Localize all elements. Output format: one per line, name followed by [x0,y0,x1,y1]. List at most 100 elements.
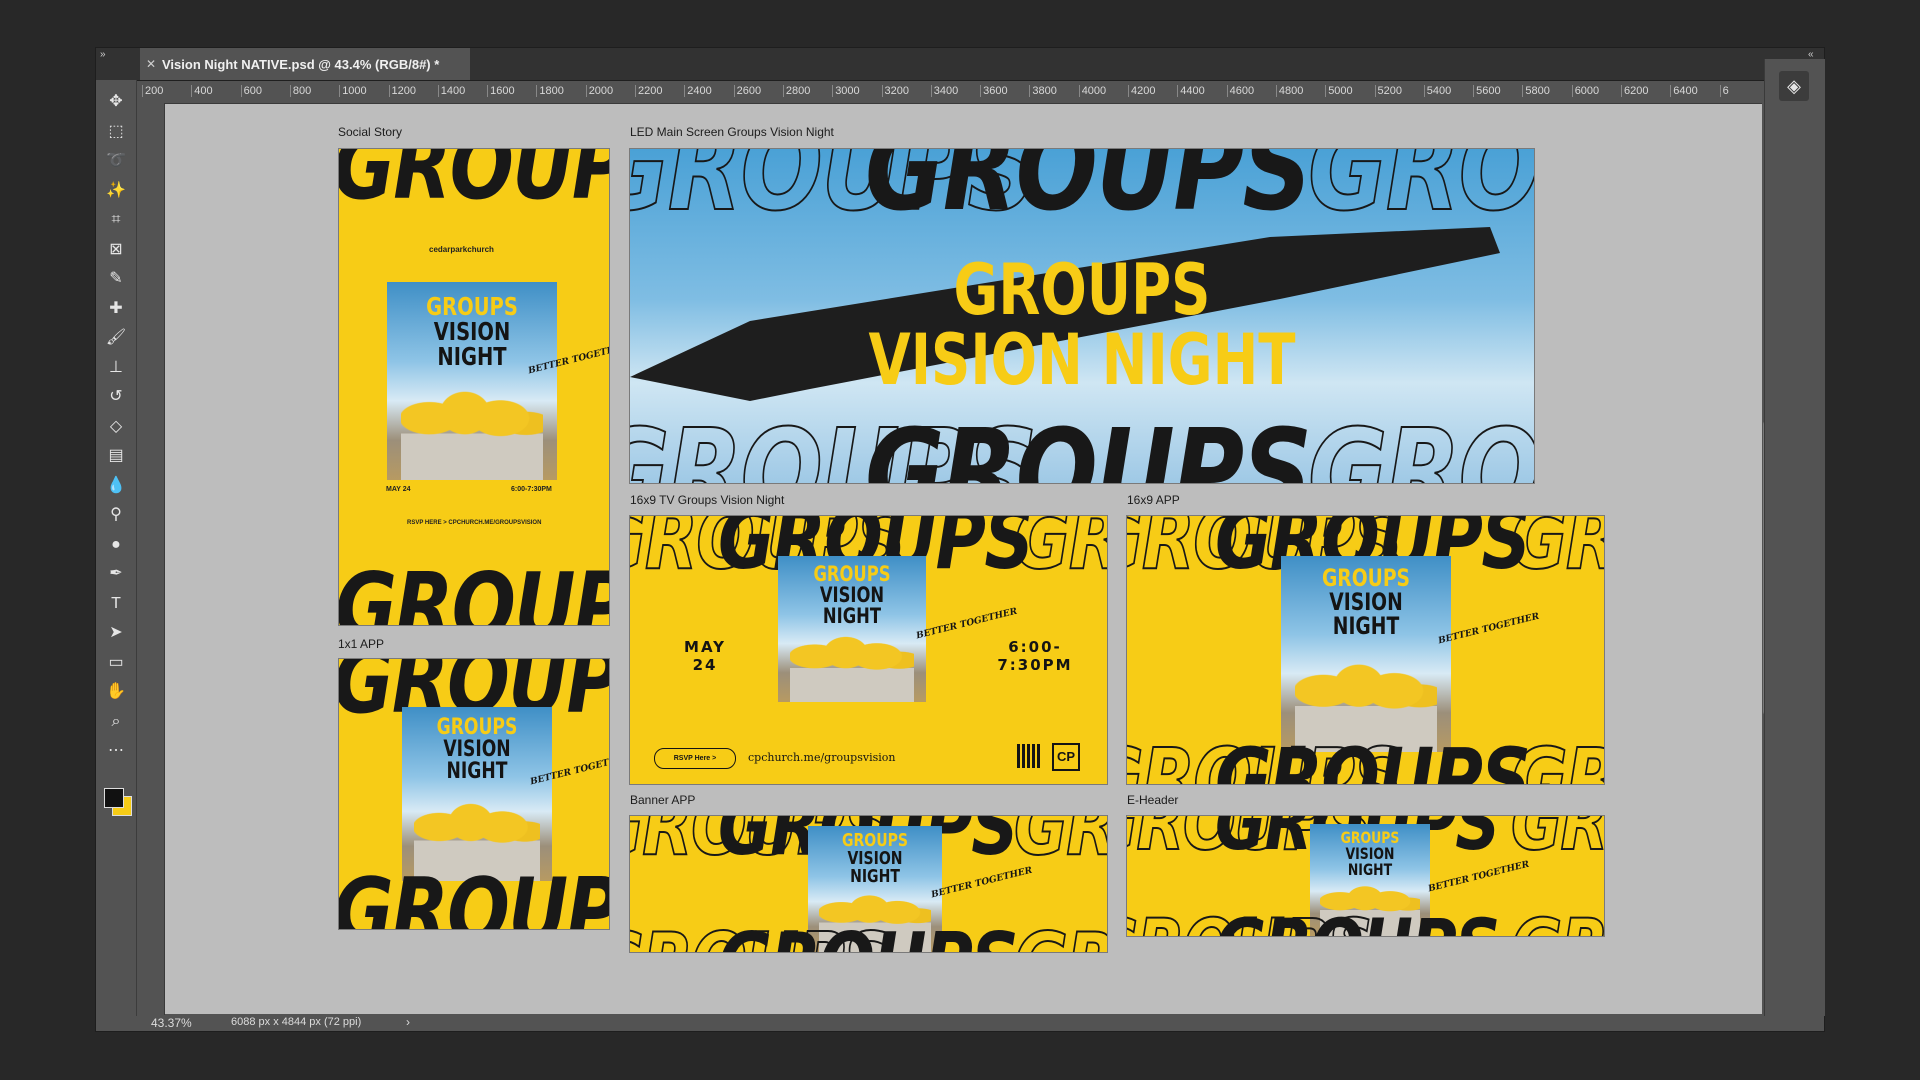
zoom-tool-icon[interactable]: ⌕ [104,710,128,734]
poster-photo: GROUPS VISION NIGHT [387,282,557,480]
tagline-script: BETTER TOGETHER [915,606,1019,642]
artboard-social-story[interactable]: GROUPS cedarparkchurch GROUPSVISION NIGH… [338,148,610,626]
horizontal-ruler[interactable]: 200 400 600 800 1000 1200 1400 1600 1800 2000 2200… [142,81,1762,104]
poster-title-line2: VISION NIGHT [847,848,903,887]
ruler-tick-label: 4600 [1226,85,1254,97]
led-title-line2: VISION NIGHT [868,319,1296,401]
eyedropper-tool-icon[interactable]: ✎ [104,267,128,291]
blur-tool-icon[interactable]: 💧 [104,474,128,498]
lasso-tool-icon[interactable]: ➰ [104,149,128,173]
document-tab-title: Vision Night NATIVE.psd @ 43.4% (RGB/8#)… [162,56,440,72]
event-time: 6:00- 7:30PM [997,638,1073,674]
ruler-tick-label: 1800 [536,85,564,97]
background-word: GROUPS [1215,902,1500,936]
history-brush-tool-icon[interactable]: ↺ [104,385,128,409]
ruler-tick-label: 6200 [1621,85,1648,97]
artboard-label-16x9-tv[interactable]: 16x9 TV Groups Vision Night [630,493,784,507]
canvas-area[interactable]: Social Story GROUPS cedarparkchurch GROU… [165,104,1762,1014]
ruler-tick-label: 2600 [733,85,761,97]
background-word-outline: GROUPS [1307,402,1535,484]
poster-photo: GROUPS VISION NIGHT [402,707,552,881]
ruler-tick-label: 1600 [487,85,515,97]
artboard-16x9-app[interactable]: GROUPS GROUPS GROUPS GROUPSVISION NIGHT … [1126,515,1605,785]
background-word-outline: GROUPS [1510,515,1604,589]
artboard-label-e-header[interactable]: E-Header [1127,793,1178,807]
ruler-tick-label: 4800 [1275,85,1303,97]
vertical-ruler[interactable] [142,103,165,1015]
led-title: GROUPS VISION NIGHT [729,255,1434,395]
background-word: GROUPS [338,148,609,220]
brand-logo-text: cedarparkchurch [429,245,494,254]
ruler-tick-label: 6400 [1670,85,1698,97]
poster-title-line2: VISION NIGHT [1329,588,1403,640]
background-word-outline: GROUPS [1013,915,1107,952]
ruler-tick-label: 6 [1719,85,1729,97]
baseball-team-image [789,626,915,702]
background-word-outline: GROUPS [1013,515,1107,589]
ruler-tick-label: 5200 [1374,85,1402,97]
path-selection-tool-icon[interactable]: ➤ [104,621,128,645]
type-tool-icon[interactable]: T [104,592,128,616]
more-tools-icon[interactable]: ⋯ [104,739,128,763]
brush-tool-icon[interactable]: 🖌 [104,326,128,350]
ruler-tick-label: 1400 [437,85,465,97]
dodge-tool-icon[interactable]: ⚲ [104,503,128,527]
eraser-tool-icon[interactable]: ◇ [104,415,128,439]
crop-tool-icon[interactable]: ⌗ [104,208,128,232]
cp-logo: CP [1052,743,1080,771]
ruler-tick-label: 3000 [832,85,860,97]
move-tool-icon[interactable]: ✥ [104,90,128,114]
status-menu-arrow-icon[interactable]: › [406,1015,410,1029]
rectangle-tool-icon[interactable]: ▭ [104,651,128,675]
healing-brush-tool-icon[interactable]: ✚ [104,297,128,321]
artboard-16x9-tv[interactable]: GROUPS GROUPS GROUPS GROUPSVISION NIGHT … [629,515,1108,785]
frame-tool-icon[interactable]: ⊠ [104,238,128,262]
pen-tool-icon[interactable]: ✒ [104,562,128,586]
artboard-banner-app[interactable]: GROUPS GROUPS GROUPS GROUPSVISION NIGHT … [629,815,1108,953]
artboard-led-main[interactable]: GROUPS GROUPS GROUPS GROUPS VISION NIGHT… [629,148,1535,484]
ruler-tick-label: 200 [142,85,163,97]
gradient-tool-icon[interactable]: ▤ [104,444,128,468]
background-word: GROUPS [718,916,1019,952]
artboard-label-banner-app[interactable]: Banner APP [630,793,695,807]
ruler-tick-label: 3400 [930,85,958,97]
background-word: GROUPS [1215,730,1531,785]
qr-code [1017,744,1041,768]
close-tab-icon[interactable]: ✕ [140,57,162,71]
foreground-color-swatch[interactable] [104,788,124,808]
ruler-tick-label: 6000 [1571,85,1599,97]
stamp-tool-icon[interactable]: ⊥ [104,356,128,380]
ruler-tick-label: 3600 [980,85,1008,97]
ruler-tick-label: 800 [289,85,311,97]
poster-photo: GROUPS VISION NIGHT [778,556,926,702]
collapse-toolbar-icon[interactable]: » [100,49,106,60]
ruler-tick-label: 2800 [782,85,810,97]
ruler-tick-label: 4200 [1128,85,1155,97]
document-tab[interactable]: ✕ Vision Night NATIVE.psd @ 43.4% (RGB/8… [140,48,470,80]
ruler-tick-label: 600 [240,85,262,97]
artboard-label-16x9-app[interactable]: 16x9 APP [1127,493,1180,507]
magic-wand-tool-icon[interactable]: ✨ [104,179,128,203]
hand-tool-icon[interactable]: ✋ [104,680,128,704]
poster-title-line2: VISION NIGHT [443,737,511,784]
ruler-tick-label: 3800 [1029,85,1057,97]
status-bar: 43.37% 6088 px x 4844 px (72 ppi) › [96,1015,1824,1031]
rsvp-text: RSVP HERE > CPCHURCH.ME/GROUPSVISION [407,520,542,526]
ruler-tick-label: 4400 [1177,85,1205,97]
artboard-label-led-main[interactable]: LED Main Screen Groups Vision Night [630,125,834,139]
zoom-level[interactable]: 43.37% [151,1016,192,1030]
background-word: GROUPS [338,859,609,930]
ruler-tick-label: 400 [191,85,213,97]
artboard-1x1-app[interactable]: GROUPS GROUPSVISION NIGHT BETTER TOGETHE… [338,658,610,930]
right-panel-dock: ◈ [1764,59,1825,1016]
layers-panel-icon[interactable]: ◈ [1779,71,1809,101]
artboard-label-social-story[interactable]: Social Story [338,125,402,139]
background-word: GROUPS [338,553,609,626]
background-word: GROUPS [865,403,1312,484]
artboard-e-header[interactable]: GROUPS GROUPS GROUPS GROUPSVISION NIGHT … [1126,815,1605,937]
marquee-tool-icon[interactable]: ⬚ [104,120,128,144]
artboard-label-1x1-app[interactable]: 1x1 APP [338,637,384,651]
event-date: MAY 24 [684,638,726,674]
ruler-tick-label: 4000 [1078,85,1106,97]
smudge-tool-icon[interactable]: ● [104,533,128,557]
